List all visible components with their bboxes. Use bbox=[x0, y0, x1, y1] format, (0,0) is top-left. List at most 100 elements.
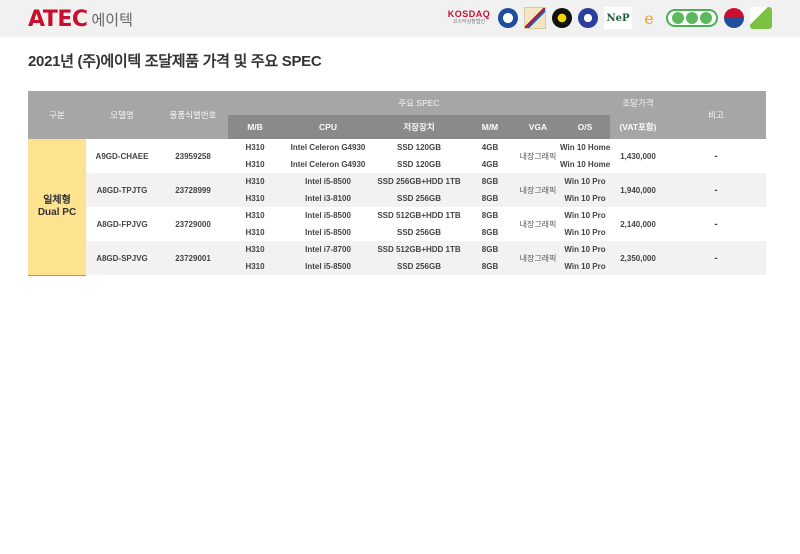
green-tech-icon bbox=[750, 7, 772, 29]
mb-cell: H310 bbox=[228, 207, 282, 224]
os-cell: Win 10 Home bbox=[560, 139, 610, 156]
kosdaq-logo: KOSDAQ 코스닥상장법인 bbox=[446, 7, 492, 29]
mb-cell: H310 bbox=[228, 173, 282, 190]
note-cell: - bbox=[666, 207, 766, 241]
price-cell: 2,140,000 bbox=[610, 207, 666, 241]
note-cell: - bbox=[666, 139, 766, 173]
note-cell: - bbox=[666, 241, 766, 275]
storage-cell: SSD 512GB+HDD 1TB bbox=[374, 207, 464, 224]
vga-cell: 내장그래픽 bbox=[516, 207, 560, 241]
header-item-id: 물품식별번호 bbox=[158, 91, 228, 139]
header-price-line2: (VAT포함) bbox=[610, 115, 666, 139]
vga-cell: 내장그래픽 bbox=[516, 173, 560, 207]
nep-icon: NeP bbox=[604, 7, 632, 29]
storage-cell: SSD 256GB bbox=[374, 224, 464, 241]
brand-name: ATEC bbox=[28, 7, 88, 32]
storage-cell: SSD 256GB bbox=[374, 190, 464, 207]
os-cell: Win 10 Pro bbox=[560, 190, 610, 207]
mb-cell: H310 bbox=[228, 139, 282, 156]
price-cell: 1,940,000 bbox=[610, 173, 666, 207]
memory-cell: 8GB bbox=[464, 258, 516, 275]
item-id: 23728999 bbox=[158, 173, 228, 207]
certification-emblem-flag-icon bbox=[524, 7, 546, 29]
item-id: 23729000 bbox=[158, 207, 228, 241]
header-storage: 저장장치 bbox=[374, 115, 464, 139]
item-id: 23959258 bbox=[158, 139, 228, 173]
header-note: 비고 bbox=[666, 91, 766, 139]
category-cell: 일체형 Dual PC bbox=[28, 139, 86, 276]
item-id: 23729001 bbox=[158, 241, 228, 275]
good-design-icon bbox=[552, 8, 572, 28]
model-name: A8GD-TPJTG bbox=[86, 173, 158, 207]
certification-emblem-blue-icon bbox=[498, 8, 518, 28]
cpu-cell: Intel i5-8500 bbox=[282, 173, 374, 190]
os-cell: Win 10 Pro bbox=[560, 224, 610, 241]
mb-cell: H310 bbox=[228, 258, 282, 275]
kosdaq-label: KOSDAQ bbox=[447, 9, 491, 19]
category-line2: Dual PC bbox=[37, 206, 77, 218]
mb-cell: H310 bbox=[228, 224, 282, 241]
header-os: O/S bbox=[560, 115, 610, 139]
storage-cell: SSD 120GB bbox=[374, 156, 464, 173]
memory-cell: 4GB bbox=[464, 156, 516, 173]
cpu-cell: Intel i7-8700 bbox=[282, 241, 374, 258]
header-model: 모델명 bbox=[86, 91, 158, 139]
vga-cell: 내장그래픽 bbox=[516, 241, 560, 275]
os-cell: Win 10 Pro bbox=[560, 173, 610, 190]
table-row: A8GD-TPJTG 23728999 H310 Intel i5-8500 S… bbox=[28, 173, 766, 207]
header-mm: M/M bbox=[464, 115, 516, 139]
os-cell: Win 10 Home bbox=[560, 156, 610, 173]
cpu-cell: Intel i5-8500 bbox=[282, 207, 374, 224]
memory-cell: 8GB bbox=[464, 241, 516, 258]
memory-cell: 4GB bbox=[464, 139, 516, 156]
os-cell: Win 10 Pro bbox=[560, 241, 610, 258]
nep-label: NeP bbox=[606, 12, 630, 24]
price-cell: 1,430,000 bbox=[610, 139, 666, 173]
vga-cell: 내장그래픽 bbox=[516, 139, 560, 173]
storage-cell: SSD 512GB+HDD 1TB bbox=[374, 241, 464, 258]
table-row: 일체형 Dual PC A9GD-CHAEE 23959258 H310 Int… bbox=[28, 139, 766, 276]
top-header-bar: ATEC 에이텍 KOSDAQ 코스닥상장법인 NeP e bbox=[0, 0, 800, 37]
memory-cell: 8GB bbox=[464, 190, 516, 207]
header-vga: VGA bbox=[516, 115, 560, 139]
mb-cell: H310 bbox=[228, 190, 282, 207]
table-row: A8GD-SPJVG 23729001 H310 Intel i7-8700 S… bbox=[28, 241, 766, 275]
cpu-cell: Intel i5-8500 bbox=[282, 258, 374, 275]
kosdaq-sub: 코스닥상장법인 bbox=[452, 19, 486, 25]
cpu-cell: Intel i3-8100 bbox=[282, 190, 374, 207]
category-line1: 일체형 bbox=[43, 194, 71, 206]
header-spec-group: 주요 SPEC bbox=[228, 91, 610, 115]
header-category: 구분 bbox=[28, 91, 86, 139]
header-price-line1: 조달가격 bbox=[610, 91, 666, 115]
page-title: 2021년 (주)에이텍 조달제품 가격 및 주요 SPEC bbox=[28, 53, 322, 70]
storage-cell: SSD 256GB+HDD 1TB bbox=[374, 173, 464, 190]
cpu-cell: Intel i5-8500 bbox=[282, 224, 374, 241]
header-cpu: CPU bbox=[282, 115, 374, 139]
memory-cell: 8GB bbox=[464, 173, 516, 190]
model-name: A8GD-FPJVG bbox=[86, 207, 158, 241]
os-cell: Win 10 Pro bbox=[560, 258, 610, 275]
e-certification-icon bbox=[578, 8, 598, 28]
atec-logo[interactable]: ATEC 에이텍 bbox=[28, 9, 133, 31]
model-name: A8GD-SPJVG bbox=[86, 241, 158, 275]
green-certification-badge-icon bbox=[666, 9, 718, 27]
os-cell: Win 10 Pro bbox=[560, 207, 610, 224]
certification-logos: KOSDAQ 코스닥상장법인 NeP e bbox=[446, 7, 772, 29]
model-name: A9GD-CHAEE bbox=[86, 139, 158, 173]
price-spec-table: 구분 모델명 물품식별번호 주요 SPEC 조달가격 비고 M/B CPU 저장… bbox=[28, 91, 766, 276]
note-cell: - bbox=[666, 173, 766, 207]
storage-cell: SSD 120GB bbox=[374, 139, 464, 156]
header-mb: M/B bbox=[228, 115, 282, 139]
price-cell: 2,350,000 bbox=[610, 241, 666, 275]
brand-name-korean: 에이텍 bbox=[91, 12, 133, 29]
cpu-cell: Intel Celeron G4930 bbox=[282, 156, 374, 173]
memory-cell: 8GB bbox=[464, 207, 516, 224]
mb-cell: H310 bbox=[228, 241, 282, 258]
e-mark-icon: e bbox=[644, 8, 654, 28]
cpu-cell: Intel Celeron G4930 bbox=[282, 139, 374, 156]
mb-cell: H310 bbox=[228, 156, 282, 173]
memory-cell: 8GB bbox=[464, 224, 516, 241]
storage-cell: SSD 256GB bbox=[374, 258, 464, 275]
table-row: A8GD-FPJVG 23729000 H310 Intel i5-8500 S… bbox=[28, 207, 766, 241]
korea-government-icon bbox=[724, 8, 744, 28]
